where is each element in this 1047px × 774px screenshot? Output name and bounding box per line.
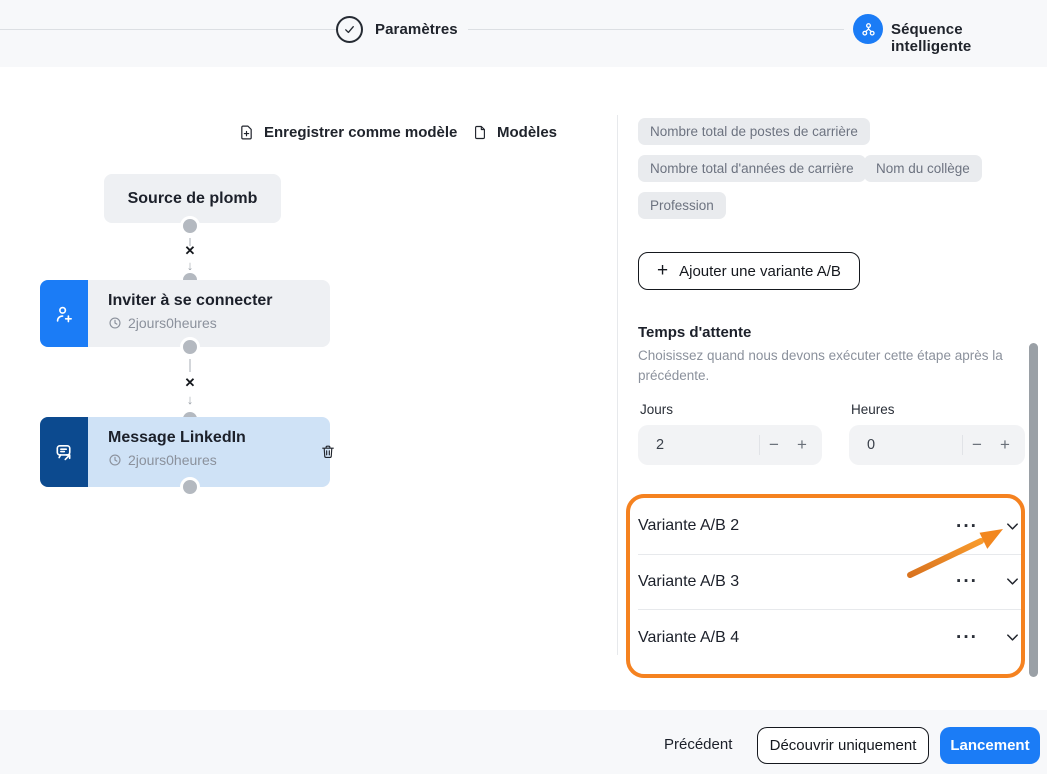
add-ab-variant-button[interactable]: + Ajouter une variante A/B [638,252,860,290]
days-value[interactable]: 2 [638,437,759,453]
chevron-down-icon [1005,630,1020,645]
merge-tag-career-posts[interactable]: Nombre total de postes de carrière [638,118,870,145]
wait-time-description: Choisissez quand nous devons exécuter ce… [638,346,1014,387]
flow-node-delay: 2jours0heures [108,452,330,468]
file-icon [472,124,488,141]
hours-decrement-button[interactable]: − [963,435,991,455]
add-ab-variant-label: Ajouter une variante A/B [679,263,841,280]
wait-time-title: Temps d'attente [638,324,751,341]
trash-icon [320,443,336,460]
flow-node-delay: 2jours0heures [108,315,330,331]
clock-icon [108,316,122,330]
more-options-button[interactable]: ··· [956,572,978,591]
variant-label: Variante A/B 2 [638,517,739,535]
connector-line [189,359,191,372]
save-as-template-button[interactable]: Enregistrer comme modèle [238,124,457,141]
variant-row-3[interactable]: Variante A/B 3 ··· [638,555,1024,611]
delay-text: 2jours0heures [128,315,217,331]
variant-actions: ··· [956,572,1024,591]
hours-label: Heures [851,402,895,417]
expand-variant-button[interactable] [1005,630,1020,645]
templates-label: Modèles [497,124,557,141]
variant-row-4[interactable]: Variante A/B 4 ··· [638,610,1024,666]
message-send-icon [53,441,76,464]
step-parametres-done-icon[interactable] [336,16,363,43]
hours-value[interactable]: 0 [849,437,962,453]
previous-button[interactable]: Précédent [664,736,732,753]
person-add-icon [53,303,75,325]
step-connector-line [0,29,336,30]
discover-only-button[interactable]: Découvrir uniquement [757,727,929,764]
message-node-body: Message LinkedIn 2jours0heures [88,417,330,487]
flow-node-linkedin-message[interactable]: Message LinkedIn 2jours0heures [40,417,330,487]
file-plus-icon [238,124,255,141]
arrow-down-icon: ↓ [183,393,197,406]
variant-label: Variante A/B 3 [638,573,739,591]
clock-icon [108,453,122,467]
days-stepper[interactable]: 2 − + [638,425,822,465]
more-options-button[interactable]: ··· [956,628,978,647]
plus-icon: + [657,260,668,282]
days-decrement-button[interactable]: − [760,435,788,455]
save-as-template-label: Enregistrer comme modèle [264,124,457,141]
flow-node-title: Inviter à se connecter [108,292,330,310]
panel-scrollbar-thumb[interactable] [1029,343,1038,677]
chevron-down-icon [1005,574,1020,589]
launch-button[interactable]: Lancement [940,727,1040,764]
step-sequence-icon[interactable] [853,14,883,44]
hierarchy-icon [860,21,877,38]
connector-dot [180,477,200,497]
expand-variant-button[interactable] [1005,574,1020,589]
variant-list: Variante A/B 2 ··· Variante A/B 3 ··· [638,499,1024,666]
delay-text: 2jours0heures [128,452,217,468]
step-connector-line [468,29,844,30]
panel-divider [617,115,618,655]
invite-node-body: Inviter à se connecter 2jours0heures [88,280,330,347]
message-icon-box [40,417,88,487]
variant-actions: ··· [956,517,1024,536]
sequence-builder-page: Paramètres Séquence intelligente Enregis… [0,0,1047,774]
days-label: Jours [640,402,673,417]
hours-stepper[interactable]: 0 − + [849,425,1025,465]
merge-tag-profession[interactable]: Profession [638,192,726,219]
remove-connection-button[interactable]: ✕ [182,244,198,257]
more-options-button[interactable]: ··· [956,517,978,536]
chevron-down-icon [1005,519,1020,534]
connector-dot [180,216,200,236]
flow-node-title: Source de plomb [128,190,258,208]
variant-actions: ··· [956,628,1024,647]
remove-connection-button[interactable]: ✕ [182,376,198,389]
variant-label: Variante A/B 4 [638,629,739,647]
hours-increment-button[interactable]: + [991,435,1019,455]
step-sequence-label[interactable]: Séquence intelligente [891,21,1047,55]
delete-step-button[interactable] [320,443,336,463]
expand-variant-button[interactable] [1005,519,1020,534]
merge-tag-college-name[interactable]: Nom du collège [864,155,982,182]
step-parametres-label[interactable]: Paramètres [375,21,458,38]
days-increment-button[interactable]: + [788,435,816,455]
step-progress-bar: Paramètres Séquence intelligente [0,0,1047,67]
templates-button[interactable]: Modèles [472,124,557,141]
variant-row-2[interactable]: Variante A/B 2 ··· [638,499,1024,555]
connector-dot [180,337,200,357]
flow-node-title: Message LinkedIn [108,429,330,447]
checkmark-icon [342,22,357,37]
merge-tag-career-years[interactable]: Nombre total d'années de carrière [638,155,866,182]
invite-icon-box [40,280,88,347]
